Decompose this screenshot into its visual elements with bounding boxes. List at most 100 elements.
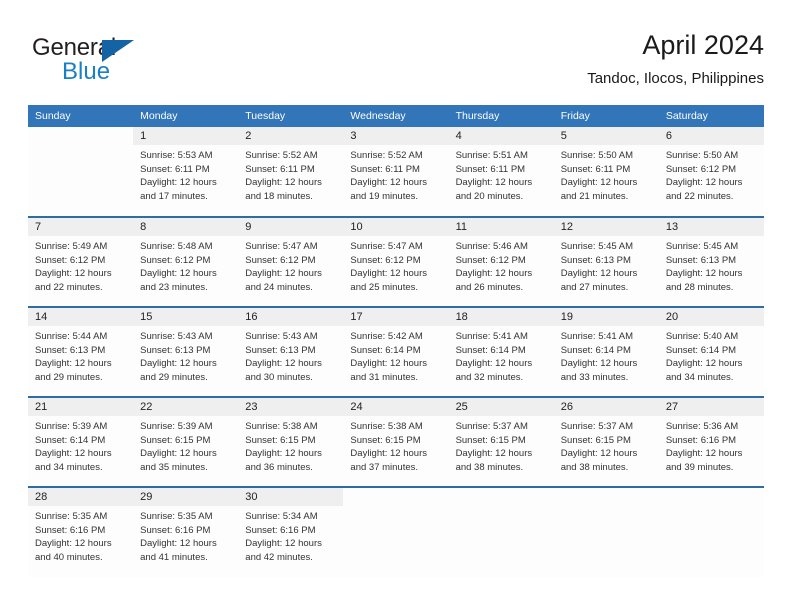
daylight-duration-line1: Daylight: 12 hours xyxy=(245,268,322,279)
calendar-cell-inner: 4 Sunrise: 5:51 AM Sunset: 6:11 PM Daylight… xyxy=(448,127,554,216)
day-number: 26 xyxy=(553,398,659,416)
calendar-day-cell[interactable]: 19 Sunrise: 5:41 AM Sunset: 6:14 PM Dayligh… xyxy=(553,306,659,397)
calendar-day-cell[interactable]: 10 Sunrise: 5:47 AM Sunset: 6:12 PM Dayligh… xyxy=(343,216,449,307)
logo-text-blue: Blue xyxy=(62,58,111,85)
calendar-day-cell[interactable]: 17 Sunrise: 5:42 AM Sunset: 6:14 PM Dayligh… xyxy=(343,306,449,397)
day-details: Sunrise: 5:39 AM Sunset: 6:15 PM Daylight:… xyxy=(133,416,238,474)
calendar-cell-inner: 3 Sunrise: 5:52 AM Sunset: 6:11 PM Daylight… xyxy=(343,127,449,216)
calendar-day-cell[interactable]: 8 Sunrise: 5:48 AM Sunset: 6:12 PM Daylight… xyxy=(133,216,239,307)
day-details: Sunrise: 5:37 AM Sunset: 6:15 PM Daylight:… xyxy=(449,416,554,474)
weekday-header-saturday: Saturday xyxy=(658,105,764,127)
weekday-header-friday: Friday xyxy=(553,105,659,127)
day-number: 6 xyxy=(658,127,764,145)
calendar-day-cell[interactable]: 15 Sunrise: 5:43 AM Sunset: 6:13 PM Dayligh… xyxy=(133,306,239,397)
calendar-day-cell[interactable]: 3 Sunrise: 5:52 AM Sunset: 6:11 PM Daylight… xyxy=(343,127,449,217)
day-number: 5 xyxy=(553,127,659,145)
daylight-duration-line2: and 27 minutes. xyxy=(560,281,629,293)
calendar-day-cell[interactable]: 11 Sunrise: 5:46 AM Sunset: 6:12 PM Dayligh… xyxy=(448,216,554,307)
calendar-day-cell[interactable]: 6 Sunrise: 5:50 AM Sunset: 6:12 PM Daylight… xyxy=(658,127,764,217)
calendar-day-cell[interactable]: 5 Sunrise: 5:50 AM Sunset: 6:11 PM Daylight… xyxy=(553,127,659,217)
day-number: 22 xyxy=(133,398,239,416)
calendar-day-cell[interactable]: 9 Sunrise: 5:47 AM Sunset: 6:12 PM Daylight… xyxy=(238,216,344,307)
calendar-cell-inner: 28 Sunrise: 5:35 AM Sunset: 6:16 PM Dayligh… xyxy=(28,488,134,577)
sunrise-time: Sunrise: 5:41 AM xyxy=(560,331,634,342)
sunset-time: Sunset: 6:13 PM xyxy=(665,254,737,266)
calendar-cell-inner: 6 Sunrise: 5:50 AM Sunset: 6:12 PM Daylight… xyxy=(658,127,764,216)
calendar-day-cell[interactable]: 18 Sunrise: 5:41 AM Sunset: 6:14 PM Dayligh… xyxy=(448,306,554,397)
sunrise-time: Sunrise: 5:43 AM xyxy=(245,331,318,342)
calendar-cell-inner: 26 Sunrise: 5:37 AM Sunset: 6:15 PM Dayligh… xyxy=(553,398,659,486)
calendar-day-cell[interactable]: 20 Sunrise: 5:40 AM Sunset: 6:14 PM Dayligh… xyxy=(658,306,764,397)
calendar-day-cell[interactable]: 25 Sunrise: 5:37 AM Sunset: 6:15 PM Dayligh… xyxy=(448,396,554,487)
day-details: Sunrise: 5:37 AM Sunset: 6:15 PM Daylight:… xyxy=(554,416,659,474)
daylight-duration-line2: and 17 minutes. xyxy=(140,190,208,202)
day-number: 18 xyxy=(448,308,554,326)
calendar-day-cell[interactable]: 29 Sunrise: 5:35 AM Sunset: 6:16 PM Dayligh… xyxy=(133,486,239,577)
day-number: 10 xyxy=(343,218,449,236)
day-details: Sunrise: 5:36 AM Sunset: 6:16 PM Daylight:… xyxy=(659,416,764,474)
calendar-day-cell[interactable]: 28 Sunrise: 5:35 AM Sunset: 6:16 PM Dayligh… xyxy=(28,486,134,577)
sunset-time: Sunset: 6:16 PM xyxy=(665,434,737,446)
sunrise-time: Sunrise: 5:39 AM xyxy=(140,421,213,432)
daylight-duration-line2: and 20 minutes. xyxy=(455,190,524,202)
daylight-duration-line2: and 28 minutes. xyxy=(665,281,734,293)
daylight-duration-line2: and 24 minutes. xyxy=(245,281,313,293)
calendar-cell-inner: 2 Sunrise: 5:52 AM Sunset: 6:11 PM Daylight… xyxy=(238,127,344,216)
calendar-week-row: 14 Sunrise: 5:44 AM Sunset: 6:13 PM Dayligh… xyxy=(28,306,764,397)
calendar-week-row: 1 Sunrise: 5:53 AM Sunset: 6:11 PM Daylight… xyxy=(28,127,764,217)
daylight-duration-line1: Daylight: 12 hours xyxy=(140,177,217,188)
calendar-cell-inner: 14 Sunrise: 5:44 AM Sunset: 6:13 PM Dayligh… xyxy=(28,308,134,396)
calendar-day-cell[interactable]: 12 Sunrise: 5:45 AM Sunset: 6:13 PM Dayligh… xyxy=(553,216,659,307)
day-details: Sunrise: 5:53 AM Sunset: 6:11 PM Daylight:… xyxy=(133,145,238,203)
daylight-duration-line1: Daylight: 12 hours xyxy=(455,448,533,459)
calendar-day-cell[interactable]: 30 Sunrise: 5:34 AM Sunset: 6:16 PM Dayligh… xyxy=(238,486,344,577)
sunset-time: Sunset: 6:16 PM xyxy=(35,524,106,536)
day-details xyxy=(28,145,133,149)
daylight-duration-line2: and 25 minutes. xyxy=(350,281,419,293)
calendar-cell-inner: 27 Sunrise: 5:36 AM Sunset: 6:16 PM Dayligh… xyxy=(658,398,764,486)
daylight-duration-line2: and 22 minutes. xyxy=(35,281,103,293)
calendar-day-cell[interactable]: 2 Sunrise: 5:52 AM Sunset: 6:11 PM Daylight… xyxy=(238,127,344,217)
calendar-day-cell[interactable]: 4 Sunrise: 5:51 AM Sunset: 6:11 PM Daylight… xyxy=(448,127,554,217)
daylight-duration-line1: Daylight: 12 hours xyxy=(560,268,638,279)
daylight-duration-line1: Daylight: 12 hours xyxy=(245,177,322,188)
calendar-day-cell[interactable]: 7 Sunrise: 5:49 AM Sunset: 6:12 PM Daylight… xyxy=(28,216,134,307)
sunset-time: Sunset: 6:15 PM xyxy=(245,434,316,446)
sunset-time: Sunset: 6:12 PM xyxy=(35,254,106,266)
calendar-day-cell[interactable]: 16 Sunrise: 5:43 AM Sunset: 6:13 PM Dayligh… xyxy=(238,306,344,397)
calendar-day-cell[interactable]: 13 Sunrise: 5:45 AM Sunset: 6:13 PM Dayligh… xyxy=(658,216,764,307)
calendar-day-cell[interactable]: 23 Sunrise: 5:38 AM Sunset: 6:15 PM Dayligh… xyxy=(238,396,344,487)
calendar-cell-inner: 19 Sunrise: 5:41 AM Sunset: 6:14 PM Dayligh… xyxy=(553,308,659,396)
calendar-day-cell[interactable]: 21 Sunrise: 5:39 AM Sunset: 6:14 PM Dayligh… xyxy=(28,396,134,487)
sunrise-time: Sunrise: 5:35 AM xyxy=(140,511,213,522)
day-details: Sunrise: 5:43 AM Sunset: 6:13 PM Daylight:… xyxy=(238,326,343,384)
sunrise-time: Sunrise: 5:37 AM xyxy=(455,421,528,432)
calendar-day-cell[interactable]: 24 Sunrise: 5:38 AM Sunset: 6:15 PM Dayligh… xyxy=(343,396,449,487)
calendar-cell-empty xyxy=(553,486,659,577)
weekday-header-row: Sunday Monday Tuesday Wednesday Thursday… xyxy=(28,105,764,127)
sunrise-time: Sunrise: 5:39 AM xyxy=(35,421,108,432)
calendar-day-cell[interactable]: 22 Sunrise: 5:39 AM Sunset: 6:15 PM Dayligh… xyxy=(133,396,239,487)
calendar-cell-inner: 18 Sunrise: 5:41 AM Sunset: 6:14 PM Dayligh… xyxy=(448,308,554,396)
calendar-grid: Sunday Monday Tuesday Wednesday Thursday… xyxy=(28,105,764,577)
calendar-day-cell[interactable]: 26 Sunrise: 5:37 AM Sunset: 6:15 PM Dayligh… xyxy=(553,396,659,487)
sunrise-time: Sunrise: 5:51 AM xyxy=(455,150,528,161)
calendar-day-cell[interactable]: 1 Sunrise: 5:53 AM Sunset: 6:11 PM Daylight… xyxy=(133,127,239,217)
day-number: 24 xyxy=(343,398,449,416)
daylight-duration-line1: Daylight: 12 hours xyxy=(665,448,743,459)
sunrise-time: Sunrise: 5:50 AM xyxy=(560,150,634,161)
daylight-duration-line2: and 30 minutes. xyxy=(245,371,313,383)
calendar-cell-inner xyxy=(343,488,448,577)
generalblue-logo: General Blue xyxy=(32,34,162,90)
calendar-day-cell[interactable]: 14 Sunrise: 5:44 AM Sunset: 6:13 PM Dayligh… xyxy=(28,306,134,397)
calendar-cell-inner: 24 Sunrise: 5:38 AM Sunset: 6:15 PM Dayligh… xyxy=(343,398,449,486)
sunset-time: Sunset: 6:13 PM xyxy=(560,254,631,266)
calendar-day-cell[interactable]: 27 Sunrise: 5:36 AM Sunset: 6:16 PM Dayligh… xyxy=(658,396,764,487)
day-details xyxy=(343,506,448,510)
sunrise-time: Sunrise: 5:50 AM xyxy=(665,150,739,161)
weekday-header-sunday: Sunday xyxy=(28,105,134,127)
day-details: Sunrise: 5:35 AM Sunset: 6:16 PM Daylight:… xyxy=(28,506,133,564)
day-details: Sunrise: 5:50 AM Sunset: 6:12 PM Daylight:… xyxy=(659,145,764,203)
sunrise-time: Sunrise: 5:48 AM xyxy=(140,241,213,252)
calendar-cell-inner: 21 Sunrise: 5:39 AM Sunset: 6:14 PM Dayligh… xyxy=(28,398,134,486)
